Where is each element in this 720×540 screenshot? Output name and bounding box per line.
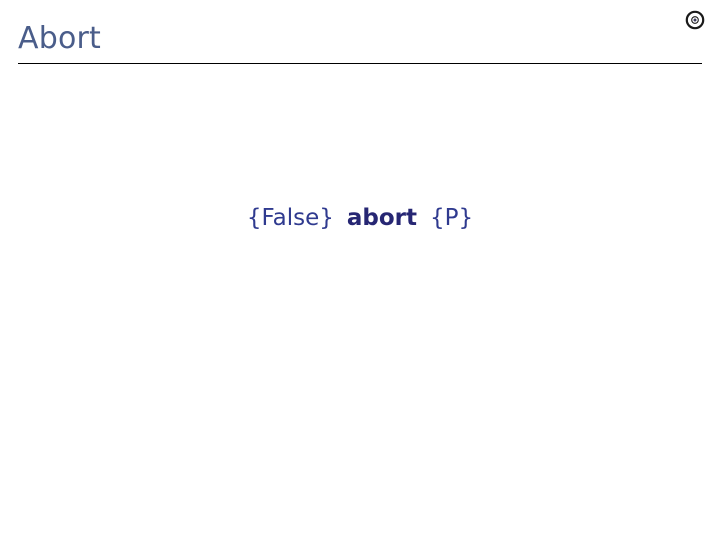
postcondition-open-brace: { — [430, 205, 445, 231]
precondition-open-brace: { — [246, 205, 262, 231]
postcondition-close-brace: } — [458, 205, 474, 231]
precondition-expression: False — [261, 205, 320, 231]
slide: Abort {False} abort {P} — [0, 0, 720, 540]
slide-body: {False} abort {P} — [0, 70, 720, 540]
disc-icon[interactable] — [684, 9, 706, 31]
slide-header: Abort — [0, 0, 720, 70]
statement-keyword: abort — [346, 205, 417, 231]
title-underline-rule — [18, 63, 702, 64]
page-title: Abort — [18, 21, 102, 56]
precondition-close-brace: } — [319, 205, 334, 231]
postcondition-expression: P — [444, 205, 459, 231]
hoare-triple-formula: {False} abort {P} — [0, 203, 720, 233]
